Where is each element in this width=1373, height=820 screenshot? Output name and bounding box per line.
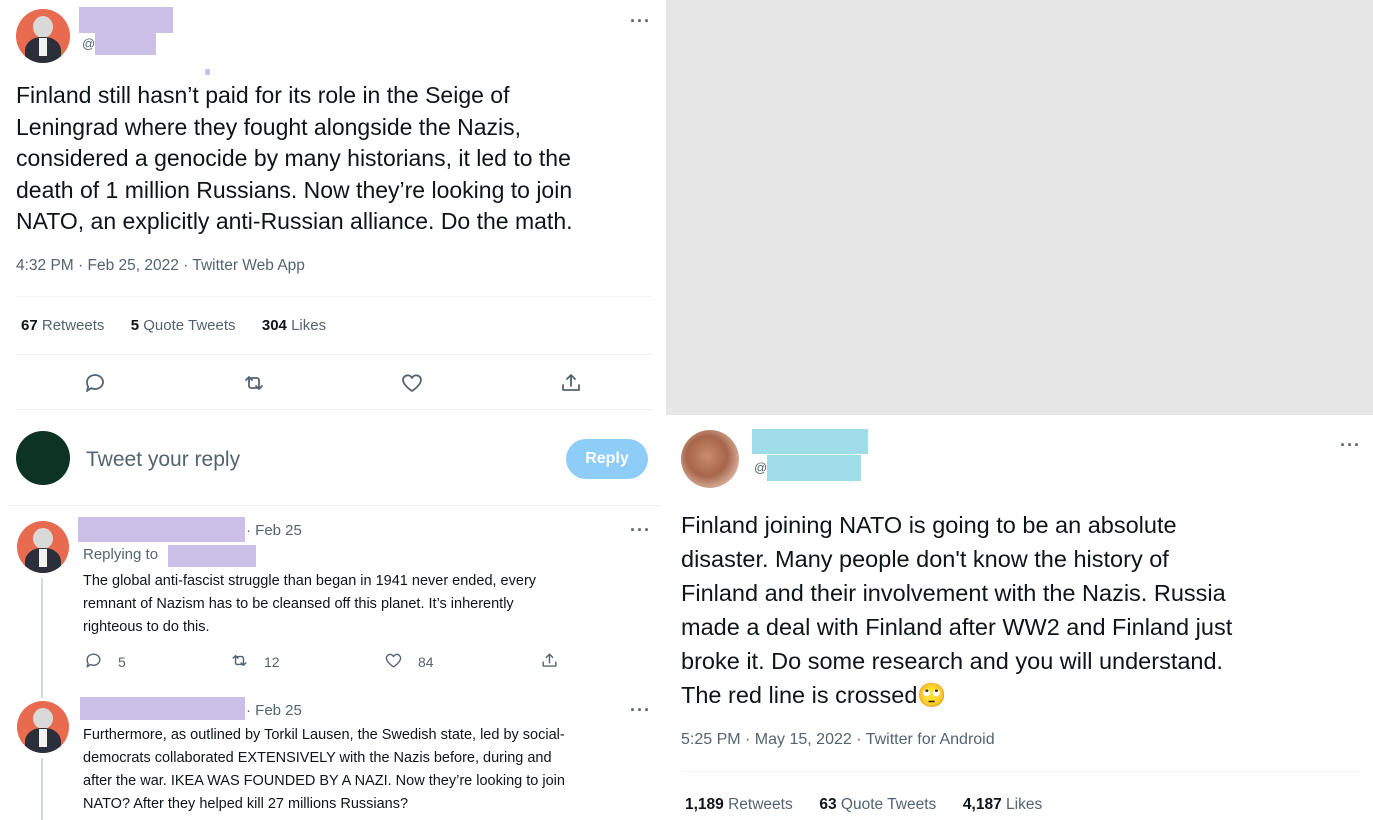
author-name-redacted: [79, 7, 173, 33]
share-icon[interactable]: [559, 371, 583, 395]
author-avatar[interactable]: [16, 9, 70, 63]
divider: [16, 354, 652, 355]
quotes-stat[interactable]: 5 Quote Tweets: [131, 317, 236, 334]
like-icon[interactable]: [400, 371, 424, 395]
like-count: 84: [418, 654, 434, 670]
like-icon[interactable]: [384, 651, 403, 670]
tweet-timestamp[interactable]: 5:25 PM · May 15, 2022 · Twitter for And…: [681, 731, 995, 749]
reply-date[interactable]: · Feb 25: [246, 702, 302, 719]
retweets-stat[interactable]: 1,189 Retweets: [685, 796, 793, 813]
reply-author-avatar[interactable]: [17, 521, 69, 573]
likes-stat[interactable]: 304 Likes: [262, 317, 326, 334]
retweets-stat[interactable]: 67 Retweets: [21, 317, 104, 334]
reply-count: 5: [118, 654, 126, 670]
tweet-timestamp[interactable]: 4:32 PM · Feb 25, 2022 · Twitter Web App: [16, 257, 305, 275]
reply-date[interactable]: · Feb 25: [246, 522, 302, 539]
retweet-count: 12: [264, 654, 280, 670]
tweet-text: Finland still hasn’t paid for its role i…: [16, 82, 573, 234]
divider: [16, 409, 652, 410]
reply-text: The global anti-fascist struggle than be…: [83, 573, 537, 635]
more-dots-icon[interactable]: ···: [630, 521, 651, 539]
thread-line: [41, 578, 43, 698]
author-handle-redacted: [767, 455, 861, 481]
thread-line: [41, 758, 43, 820]
tweet-stats: 1,189 Retweets 63 Quote Tweets 4,187 Lik…: [685, 796, 1042, 814]
tweet-text: Finland joining NATO is going to be an a…: [681, 512, 1233, 708]
gray-panel: [666, 0, 1373, 415]
reply-button[interactable]: Reply: [566, 439, 648, 479]
reply-icon[interactable]: [83, 371, 107, 395]
reply-text: Furthermore, as outlined by Torkil Lause…: [83, 727, 565, 812]
redaction-speck: [205, 69, 210, 75]
more-dots-icon[interactable]: ···: [630, 701, 651, 719]
my-avatar[interactable]: [16, 431, 70, 485]
quotes-stat[interactable]: 63 Quote Tweets: [819, 796, 936, 813]
author-name-redacted: [752, 429, 868, 454]
more-dots-icon[interactable]: ···: [630, 12, 651, 30]
more-dots-icon[interactable]: ···: [1340, 436, 1361, 454]
retweet-icon[interactable]: [230, 651, 249, 670]
eye-roll-emoji: 🙄: [917, 682, 947, 708]
reply-compose-input[interactable]: Tweet your reply: [86, 448, 240, 472]
tweet-stats: 67 Retweets 5 Quote Tweets 304 Likes: [21, 317, 326, 334]
author-handle-redacted: [95, 33, 156, 55]
replying-to-handle-redacted[interactable]: [168, 545, 256, 567]
replying-to-label: Replying to: [83, 546, 159, 563]
author-handle-prefix: @: [754, 460, 768, 475]
reply-icon[interactable]: [84, 651, 103, 670]
author-handle-prefix: @: [82, 36, 96, 51]
reply-author-avatar[interactable]: [17, 701, 69, 753]
author-avatar[interactable]: [681, 430, 739, 488]
reply-author-name-redacted: [80, 697, 245, 720]
divider: [681, 771, 1361, 772]
reply-author-name-redacted: [78, 517, 245, 542]
retweet-icon[interactable]: [242, 371, 266, 395]
divider: [16, 296, 652, 297]
share-icon[interactable]: [540, 651, 559, 670]
divider: [8, 505, 660, 506]
likes-stat[interactable]: 4,187 Likes: [963, 796, 1042, 813]
